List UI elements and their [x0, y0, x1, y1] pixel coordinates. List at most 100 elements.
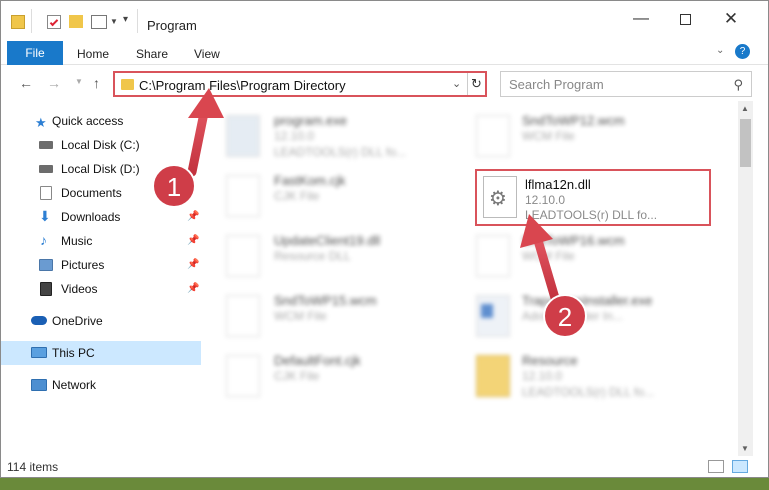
pin-icon[interactable]: 📌 [187, 283, 199, 294]
help-icon[interactable]: ? [735, 44, 750, 59]
details-view-icon[interactable] [708, 460, 724, 473]
window-title: Program [147, 18, 197, 33]
cloud-icon [31, 316, 47, 325]
file-description: Adobe Reader In... [522, 309, 623, 323]
folder-icon [121, 79, 134, 90]
scroll-up-icon[interactable]: ▲ [741, 104, 749, 113]
file-version: 12.10.0 [522, 369, 563, 383]
back-arrow-icon[interactable]: ← [19, 75, 33, 91]
up-arrow-icon[interactable]: ↑ [93, 75, 100, 91]
large-icons-view-icon[interactable] [732, 460, 748, 473]
sidebar-item-documents[interactable]: Documents [1, 181, 201, 205]
search-icon[interactable]: ⚲ [733, 77, 743, 93]
status-bar: 114 items [1, 456, 768, 477]
file-type: WCM File [522, 129, 575, 143]
file-name: SndToWP16.wcm [522, 233, 625, 248]
vertical-scrollbar[interactable]: ▲ ▼ [738, 101, 753, 456]
sidebar-item-label: This PC [52, 346, 95, 360]
sidebar-item-downloads[interactable]: ⬇ Downloads 📌 [1, 205, 201, 229]
sidebar-item-onedrive[interactable]: OneDrive [1, 309, 201, 333]
file-item[interactable]: FastKom.cjk CJK File [206, 167, 456, 227]
file-item[interactable]: SndToWP12.wcm WCM File [456, 107, 706, 167]
close-button[interactable]: ✕ [708, 1, 754, 37]
document-file-icon [226, 175, 260, 217]
sidebar-item-label: Local Disk (C:) [61, 138, 140, 152]
tab-share[interactable]: Share [136, 47, 168, 61]
folder-icon [476, 355, 510, 397]
view-options-icon[interactable] [91, 15, 107, 29]
file-item[interactable]: program.exe 12.10.0 LEADTOOLS(r) DLL fo.… [206, 107, 456, 167]
navigation-bar: ← → ▼ ↑ C:\Program Files\Program Directo… [1, 67, 768, 99]
sidebar-item-label: Network [52, 378, 97, 392]
file-item[interactable]: UpdateClient19.dll Resource DLL [206, 227, 456, 287]
pin-icon[interactable]: 📌 [187, 211, 199, 222]
gear-icon: ⚙ [489, 188, 507, 210]
file-name: FastKom.cjk [274, 173, 346, 188]
document-file-icon [476, 235, 510, 277]
document-file-icon [226, 355, 260, 397]
file-version: 12.10.0 [274, 129, 315, 143]
address-text[interactable]: C:\Program Files\Program Directory [139, 78, 346, 93]
file-version: 12.10.0 [525, 193, 566, 207]
sidebar-item-pictures[interactable]: Pictures 📌 [1, 253, 201, 277]
file-item[interactable]: SndToWP16.wcm WCM File [456, 227, 706, 287]
maximize-button[interactable] [662, 1, 708, 37]
sidebar-item-label: Quick access [52, 114, 124, 128]
file-explorer-window: ▼ ▾ Program — ✕ File Home Share View ⌄ ?… [0, 0, 769, 478]
selected-file-item[interactable]: ⚙ lflma12n.dll 12.10.0 LEADTOOLS(r) DLL … [475, 169, 711, 226]
file-name: SndToWP12.wcm [522, 113, 625, 128]
sidebar-item-label: Videos [61, 282, 98, 296]
title-bar: ▼ ▾ Program — ✕ [1, 1, 768, 39]
sidebar-item-label: Pictures [61, 258, 105, 272]
music-icon: ♪ [40, 232, 47, 248]
recent-locations-icon[interactable]: ▼ [75, 77, 83, 86]
sidebar-item-music[interactable]: ♪ Music 📌 [1, 229, 201, 253]
minimize-button[interactable]: — [618, 1, 664, 37]
chevron-down-icon[interactable]: ▼ [110, 17, 118, 33]
tab-view[interactable]: View [194, 47, 220, 61]
pin-icon[interactable]: 📌 [187, 259, 199, 270]
search-box[interactable]: Search Program ⚲ [500, 71, 752, 97]
file-type: CJK File [274, 369, 320, 383]
scroll-thumb[interactable] [740, 119, 751, 167]
properties-icon[interactable] [47, 15, 61, 29]
new-folder-icon[interactable] [69, 15, 83, 28]
star-icon: ★ [35, 115, 47, 130]
sidebar-item-local-disk-d[interactable]: Local Disk (D:) [1, 157, 201, 181]
network-icon [31, 379, 47, 391]
sidebar-item-label: Music [61, 234, 93, 248]
drive-icon [39, 165, 53, 173]
file-type: WCM File [522, 249, 575, 263]
sidebar-item-videos[interactable]: Videos 📌 [1, 277, 201, 301]
maximize-icon [679, 13, 691, 25]
file-list: program.exe 12.10.0 LEADTOOLS(r) DLL fo.… [206, 101, 738, 451]
tab-file[interactable]: File [7, 41, 63, 65]
file-description: LEADTOOLS(r) DLL fo... [522, 385, 655, 399]
file-name: SndToWP15.wcm [274, 293, 377, 308]
pin-icon[interactable]: 📌 [187, 235, 199, 246]
file-item[interactable]: Resource 12.10.0 LEADTOOLS(r) DLL fo... [456, 347, 706, 407]
sidebar-item-quick-access[interactable]: ★ Quick access [1, 109, 201, 133]
sidebar-item-network[interactable]: Network [1, 373, 201, 397]
search-input[interactable]: Search Program [509, 77, 604, 92]
file-item[interactable]: TrapaxonsInstaller.exe Adobe Reader In..… [456, 287, 706, 347]
customize-quick-access-icon[interactable]: ▾ [123, 14, 128, 30]
chevron-down-icon[interactable]: ⌄ [452, 77, 461, 90]
forward-arrow-icon[interactable]: → [47, 75, 61, 91]
ribbon: File Home Share View ⌄ ? [1, 41, 768, 65]
sidebar-item-this-pc[interactable]: This PC [1, 341, 201, 365]
installer-badge-icon [481, 304, 493, 318]
separator [137, 9, 138, 33]
sidebar-item-local-disk-c[interactable]: Local Disk (C:) [1, 133, 201, 157]
installer-file-icon [476, 295, 510, 337]
file-item[interactable]: DefaultFont.cjk CJK File [206, 347, 456, 407]
folder-icon [11, 15, 25, 29]
download-icon: ⬇ [39, 208, 51, 224]
expand-ribbon-icon[interactable]: ⌄ [716, 45, 724, 56]
refresh-icon[interactable]: ↻ [467, 73, 485, 95]
address-bar[interactable]: C:\Program Files\Program Directory ⌄ ↻ [113, 71, 487, 97]
file-type: CJK File [274, 189, 320, 203]
file-item[interactable]: SndToWP15.wcm WCM File [206, 287, 456, 347]
scroll-down-icon[interactable]: ▼ [741, 444, 749, 453]
tab-home[interactable]: Home [77, 47, 109, 61]
